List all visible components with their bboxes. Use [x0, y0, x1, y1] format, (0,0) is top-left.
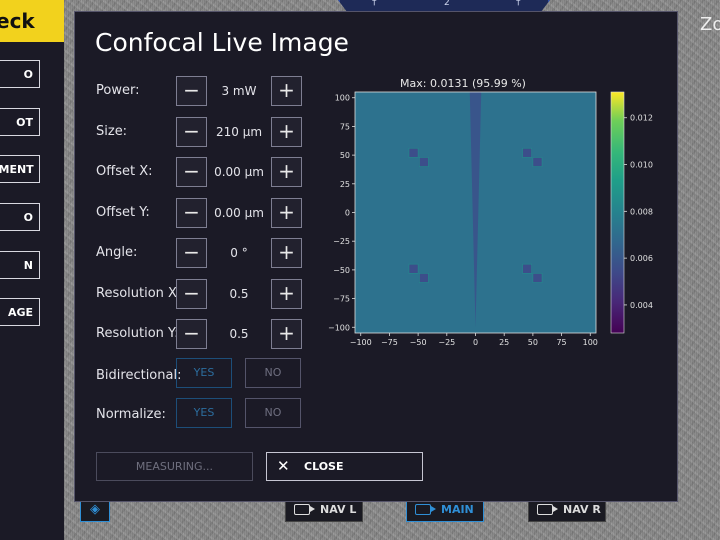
heatmap-marker-5: [418, 273, 429, 283]
y-tick-label-6: −50: [333, 266, 350, 275]
heatmap-marker-2: [522, 147, 533, 158]
offset-y-increment-button[interactable]: +: [271, 197, 302, 228]
colorbar-tick-label-3: 0.006: [630, 254, 653, 263]
resolution-x-value: 0.5: [229, 286, 249, 301]
normalize-no-button[interactable]: NO: [245, 398, 301, 428]
measuring-button: MEASURING...: [96, 452, 253, 481]
camera-icon: [294, 503, 315, 515]
confocal-heatmap-chart: Max: 0.0131 (95.99 %) −100 −75 −50 −25 0 25 50…: [328, 77, 653, 347]
angle-value: 0 °: [230, 246, 248, 260]
colorbar-gradient: [610, 91, 625, 334]
location-icon: ◈: [90, 502, 100, 517]
sidebar-button-4[interactable]: O: [0, 203, 40, 231]
chart-title: Max: 0.0131 (95.99 %): [400, 77, 526, 90]
power-value: 3 mW: [221, 84, 257, 98]
resolution-x-label: Resolution X:: [96, 285, 182, 301]
sidebar-button-1[interactable]: O: [0, 60, 40, 88]
angle-increment-button[interactable]: +: [271, 238, 302, 268]
x-tick-label-8: 100: [583, 338, 598, 347]
power-decrement-button[interactable]: −: [176, 76, 207, 106]
colorbar-tick-label-1: 0.010: [630, 161, 653, 170]
size-increment-button[interactable]: +: [271, 116, 302, 147]
nav-l-label: NAV L: [320, 502, 357, 516]
resolution-y-increment-button[interactable]: +: [271, 319, 302, 349]
angle-label: Angle:: [96, 245, 138, 260]
colorbar-tick-label-2: 0.008: [630, 207, 653, 216]
y-tick-label-8: −100: [328, 323, 350, 332]
normalize-label: Normalize:: [96, 407, 166, 422]
colorbar-tick-label-4: 0.004: [630, 301, 653, 310]
top-mark-left: †: [372, 0, 377, 8]
heatmap-marker-7: [532, 273, 543, 283]
offset-y-decrement-button[interactable]: −: [176, 197, 207, 228]
offset-x-decrement-button[interactable]: −: [176, 157, 207, 187]
x-tick-label-5: 25: [499, 338, 509, 347]
x-tick-label-2: −50: [410, 338, 427, 347]
size-decrement-button[interactable]: −: [176, 116, 207, 147]
camera-icon: [415, 503, 436, 515]
sidebar-button-6[interactable]: AGE: [0, 298, 40, 326]
close-label: CLOSE: [304, 460, 344, 473]
resolution-y-value: 0.5: [229, 327, 249, 341]
angle-decrement-button[interactable]: −: [176, 238, 207, 268]
bidirectional-no-button[interactable]: NO: [245, 358, 301, 388]
top-mark-right: †: [516, 0, 521, 8]
x-tick-label-0: −100: [350, 338, 372, 347]
left-sidebar: eck O OT EMENT O N AGE: [0, 0, 64, 540]
x-tick-label-4: 0: [473, 338, 478, 347]
x-tick-label-7: 75: [556, 338, 566, 347]
colorbar-tick-label-0: 0.012: [630, 114, 653, 123]
colorbar: 0.012 0.010 0.008 0.006 0.004: [610, 91, 653, 334]
normalize-yes-button[interactable]: YES: [176, 398, 232, 428]
offset-y-label: Offset Y:: [96, 204, 150, 220]
zoom-label: Zo: [700, 14, 720, 35]
heatmap-marker-0: [408, 147, 419, 158]
close-icon: ✕: [277, 457, 290, 475]
heatmap-marker-6: [522, 263, 533, 274]
bidirectional-yes-button[interactable]: YES: [176, 358, 232, 388]
y-tick-label-3: 25: [340, 180, 350, 189]
y-tick-label-7: −75: [333, 295, 350, 304]
bidirectional-label: Bidirectional:: [96, 368, 182, 383]
size-value: 210 µm: [215, 124, 263, 139]
y-tick-label-1: 75: [340, 122, 350, 131]
offset-x-increment-button[interactable]: +: [271, 157, 302, 187]
brand-logo: eck: [0, 0, 64, 42]
camera-icon: [537, 503, 558, 515]
power-label: Power:: [96, 83, 140, 98]
y-tick-label-5: −25: [333, 237, 350, 246]
resolution-y-decrement-button[interactable]: −: [176, 319, 207, 349]
confocal-dialog: Confocal Live Image Power: −3 mW + Size: −21…: [74, 11, 678, 502]
main-label: MAIN: [441, 502, 474, 516]
x-tick-label-6: 50: [528, 338, 538, 347]
power-increment-button[interactable]: +: [271, 76, 302, 106]
heatmap-marker-3: [532, 157, 543, 167]
offset-y-value: 0.00 µm: [214, 205, 264, 220]
x-tick-label-3: −25: [438, 338, 455, 347]
resolution-y-label: Resolution Y:: [96, 326, 179, 341]
close-button[interactable]: ✕ CLOSE: [266, 452, 423, 481]
top-mark-center: 2: [444, 0, 450, 8]
resolution-x-increment-button[interactable]: +: [271, 278, 302, 309]
dialog-title: Confocal Live Image: [95, 28, 349, 57]
sidebar-button-3[interactable]: EMENT: [0, 155, 40, 183]
sidebar-button-5[interactable]: N: [0, 251, 40, 279]
brand-text: eck: [0, 9, 35, 33]
sidebar-button-2[interactable]: OT: [0, 108, 40, 136]
y-tick-label-0: 100: [335, 94, 350, 103]
offset-x-label: Offset X:: [96, 164, 153, 179]
nav-r-label: NAV R: [563, 502, 601, 516]
heatmap-plot: −100 −75 −50 −25 0 25 50 75 100 100 75 50 25 0 −25 −50 −…: [328, 91, 598, 347]
y-tick-label-4: 0: [345, 209, 350, 218]
offset-x-value: 0.00 µm: [214, 165, 264, 179]
resolution-x-decrement-button[interactable]: −: [176, 278, 207, 309]
size-label: Size:: [96, 123, 128, 139]
heatmap-marker-4: [408, 263, 419, 274]
y-tick-label-2: 50: [340, 151, 350, 160]
heatmap-marker-1: [418, 157, 429, 167]
x-tick-label-1: −75: [381, 338, 398, 347]
